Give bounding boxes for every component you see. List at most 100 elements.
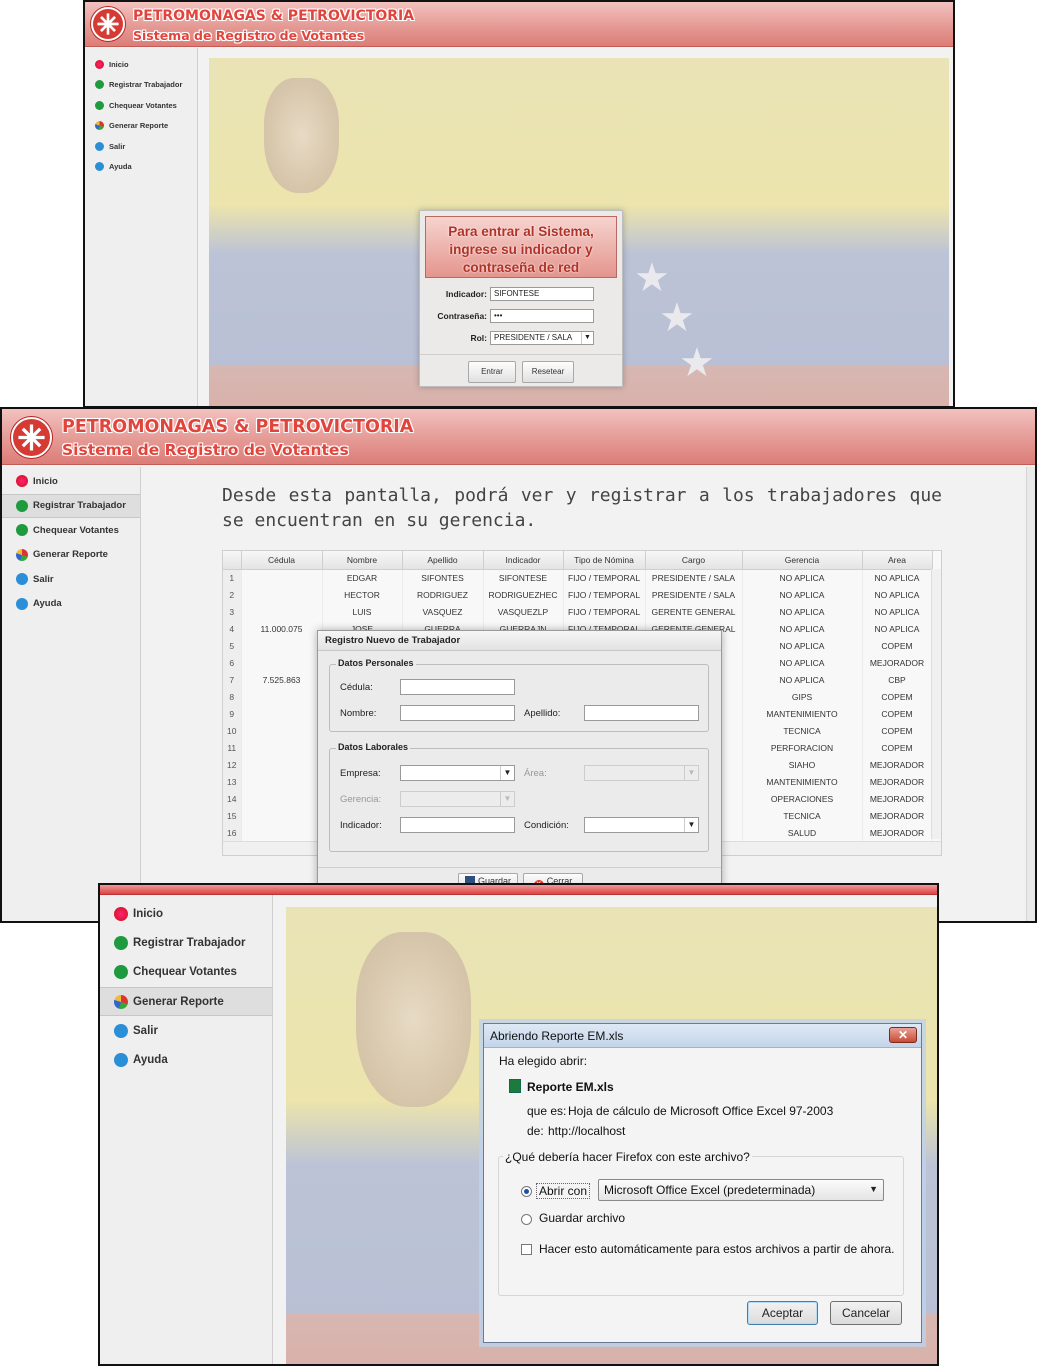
table-cell: FIJO / TEMPORAL [563, 603, 646, 620]
condicion-select[interactable]: ▼ [584, 817, 699, 833]
accept-button[interactable]: Aceptar [747, 1301, 818, 1325]
open-with-radio[interactable] [521, 1186, 532, 1197]
sidebar-item-registrar[interactable]: Registrar Trabajador [85, 75, 197, 96]
page-scrollbar[interactable] [1026, 467, 1035, 921]
auto-label[interactable]: Hacer esto automáticamente para estos ar… [539, 1242, 895, 1256]
table-cell: COPEM [862, 739, 933, 756]
column-header[interactable]: Cédula [241, 551, 323, 570]
table-cell: VASQUEZLP [483, 603, 564, 620]
cedula-input[interactable] [400, 679, 515, 695]
sidebar: Inicio Registrar Trabajador Chequear Vot… [100, 895, 273, 1364]
sidebar-item-reporte[interactable]: Generar Reporte [100, 986, 272, 1017]
column-header[interactable]: Cargo [645, 551, 743, 570]
reset-button[interactable]: Resetear [522, 361, 574, 383]
register-screenshot: PETROMONAGAS & PETROVICTORIA Sistema de … [0, 407, 1037, 923]
nombre-input[interactable] [400, 705, 515, 721]
table-cell: MANTENIMIENTO [742, 773, 863, 790]
table-cell: RODRIGUEZ [402, 586, 484, 603]
gerencia-select[interactable]: ▼ [400, 791, 515, 807]
open-with-app: Microsoft Office Excel (predeterminada) [604, 1183, 816, 1197]
sidebar: Inicio Registrar Trabajador Chequear Vot… [85, 48, 198, 406]
from-label: de: [527, 1124, 544, 1138]
table-row[interactable]: 2 HECTOR RODRIGUEZ RODRIGUEZHEC FIJO / TEMPO… [223, 586, 933, 603]
sidebar-item-ayuda[interactable]: Ayuda [100, 1045, 272, 1074]
auto-checkbox[interactable] [521, 1244, 532, 1255]
sidebar-item-inicio[interactable]: Inicio [85, 54, 197, 75]
table-header: Cédula Nombre Apellido Indicador Tipo de Nóm… [223, 551, 933, 570]
table-row[interactable]: 3 LUIS VASQUEZ VASQUEZLP FIJO / TEMPORAL GERE… [223, 603, 933, 620]
chevron-down-icon: ▼ [500, 792, 514, 806]
row-number: 9 [223, 705, 242, 722]
open-with-label[interactable]: Abrir con [536, 1183, 591, 1199]
rol-select[interactable]: PRESIDENTE / SALA ▼ [490, 331, 594, 345]
sidebar-item-chequear[interactable]: Chequear Votantes [2, 518, 140, 543]
table-cell [241, 586, 323, 603]
area-select[interactable]: ▼ [584, 765, 699, 781]
table-cell: NO APLICA [742, 671, 863, 688]
table-cell: NO APLICA [742, 620, 863, 637]
inicio-icon [114, 906, 128, 921]
sidebar-item-label: Inicio [33, 475, 58, 487]
sidebar-item-ayuda[interactable]: Ayuda [85, 157, 197, 178]
login-box: Para entrar al Sistema, ingrese su indic… [419, 210, 623, 387]
excel-file-icon [509, 1079, 521, 1093]
cedula-label: Cédula: [340, 682, 373, 693]
sidebar-item-reporte[interactable]: Generar Reporte [2, 543, 140, 568]
table-cell: NO APLICA [862, 586, 933, 603]
column-header[interactable]: Indicador [483, 551, 564, 570]
sidebar-item-salir[interactable]: Salir [2, 567, 140, 592]
table-row[interactable]: 1 EDGAR SIFONTES SIFONTESE FIJO / TEMPORAL PR… [223, 569, 933, 586]
indicador-input[interactable]: SIFONTESE [490, 287, 594, 301]
table-cell: FIJO / TEMPORAL [563, 586, 646, 603]
cancel-button[interactable]: Cancelar [830, 1301, 902, 1325]
table-cell: SIFONTES [402, 569, 484, 586]
column-header[interactable]: Nombre [322, 551, 403, 570]
close-icon[interactable]: ✕ [889, 1027, 917, 1043]
row-number: 12 [223, 756, 242, 773]
star-icon: ★ [634, 256, 670, 300]
sidebar-item-salir[interactable]: Salir [85, 136, 197, 157]
table-cell: NO APLICA [862, 569, 933, 586]
column-header[interactable]: Gerencia [742, 551, 863, 570]
sidebar-item-chequear[interactable]: Chequear Votantes [100, 958, 272, 987]
sidebar-item-inicio[interactable]: Inicio [100, 899, 272, 928]
enter-button[interactable]: Entrar [468, 361, 516, 383]
sidebar-item-label: Inicio [109, 59, 129, 69]
sidebar-item-registrar[interactable]: Registrar Trabajador [2, 493, 140, 518]
indicador-input[interactable] [400, 817, 515, 833]
report-screenshot: Inicio Registrar Trabajador Chequear Vot… [98, 883, 939, 1366]
sidebar-item-ayuda[interactable]: Ayuda [2, 592, 140, 617]
save-file-radio[interactable] [521, 1214, 532, 1225]
personal-legend: Datos Personales [336, 658, 416, 668]
sidebar-item-registrar[interactable]: Registrar Trabajador [100, 928, 272, 957]
column-header[interactable] [223, 551, 242, 570]
pie-chart-icon [95, 121, 104, 131]
column-header[interactable]: Apellido [402, 551, 484, 570]
table-cell: FIJO / TEMPORAL [563, 569, 646, 586]
table-cell: NO APLICA [742, 637, 863, 654]
row-number: 16 [223, 824, 242, 841]
table-vscrollbar[interactable] [931, 569, 941, 839]
sidebar-item-chequear[interactable]: Chequear Votantes [85, 95, 197, 116]
table-cell: MANTENIMIENTO [742, 705, 863, 722]
sidebar-item-inicio[interactable]: Inicio [2, 469, 140, 494]
apellido-input[interactable] [584, 705, 699, 721]
chevron-down-icon: ▼ [581, 332, 593, 344]
table-cell: LUIS [322, 603, 403, 620]
password-input[interactable]: ••• [490, 309, 594, 323]
sidebar-item-label: Chequear Votantes [133, 966, 237, 979]
question-label: ¿Qué debería hacer Firefox con este arch… [503, 1150, 752, 1164]
empresa-select[interactable]: ▼ [400, 765, 515, 781]
sidebar-item-reporte[interactable]: Generar Reporte [85, 116, 197, 137]
table-cell: HECTOR [322, 586, 403, 603]
sidebar-item-label: Generar Reporte [133, 995, 224, 1008]
table-cell [241, 569, 323, 586]
table-cell [241, 688, 323, 705]
sidebar-item-salir[interactable]: Salir [100, 1016, 272, 1045]
save-file-label[interactable]: Guardar archivo [539, 1211, 625, 1225]
help-icon [114, 1053, 128, 1068]
column-header[interactable]: Tipo de Nómina [563, 551, 646, 570]
open-with-select[interactable]: Microsoft Office Excel (predeterminada) … [598, 1179, 884, 1201]
condicion-label: Condición: [524, 820, 569, 831]
column-header[interactable]: Area [862, 551, 933, 570]
